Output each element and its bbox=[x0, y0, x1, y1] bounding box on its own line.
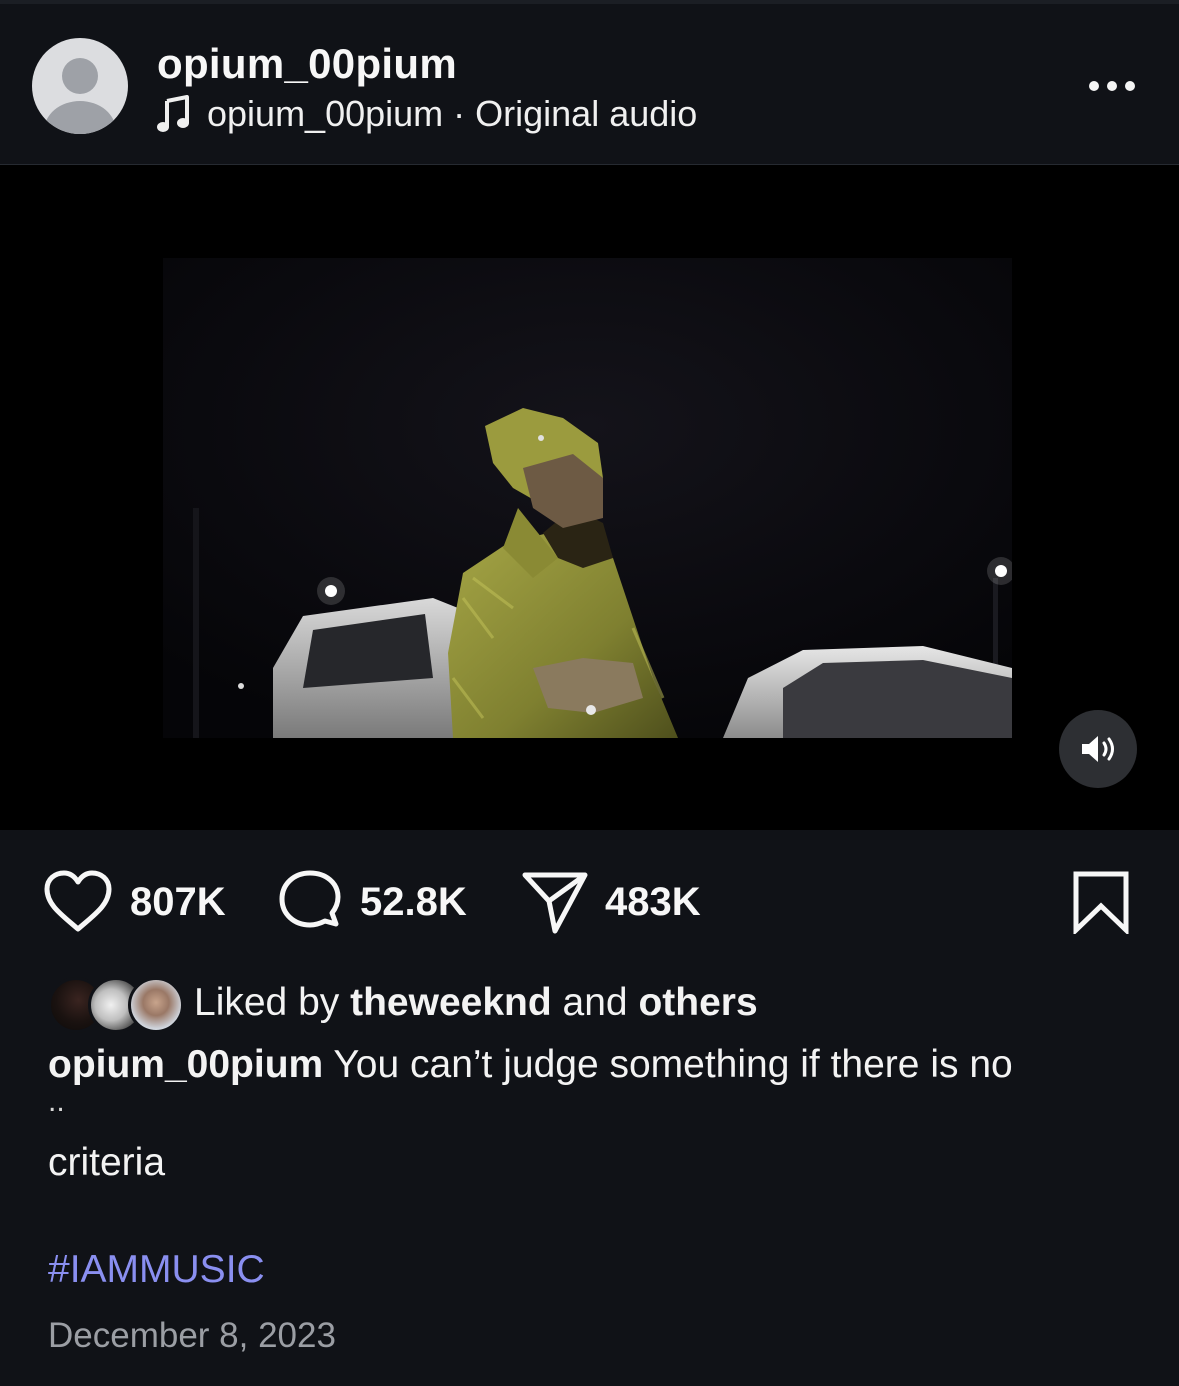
post-date: December 8, 2023 bbox=[48, 1316, 336, 1355]
share-button[interactable]: 483K bbox=[521, 860, 701, 944]
music-note-icon bbox=[157, 95, 189, 132]
post-media[interactable] bbox=[0, 165, 1179, 830]
speaker-on-icon bbox=[1082, 736, 1114, 762]
post-actions: 807K 52.8K 483K bbox=[0, 860, 1179, 950]
caption-ellipsis: .. bbox=[48, 1085, 65, 1118]
liked-by-user[interactable]: theweeknd bbox=[350, 981, 552, 1025]
caption-text: You can’t judge something if there is no bbox=[333, 1043, 1013, 1086]
liked-by-prefix: Liked by bbox=[194, 981, 340, 1024]
video-player[interactable] bbox=[163, 258, 1012, 738]
more-horizontal-icon[interactable] bbox=[1084, 76, 1140, 96]
paper-plane-icon bbox=[522, 872, 588, 934]
audio-info[interactable]: opium_00pium · Original audio bbox=[157, 92, 697, 136]
post-header: opium_00pium opium_00pium · Original aud… bbox=[0, 4, 1179, 165]
post-caption: opium_00pium You can’t judge something i… bbox=[48, 1038, 1148, 1190]
liked-by-others[interactable]: others bbox=[638, 981, 757, 1025]
liked-by-row[interactable]: Liked by theweeknd and others bbox=[48, 972, 758, 1034]
liker-avatars[interactable] bbox=[48, 975, 184, 1033]
profile-avatar[interactable] bbox=[32, 38, 128, 134]
avatar-head-shape bbox=[62, 58, 98, 94]
sound-toggle-button[interactable] bbox=[1059, 710, 1137, 788]
liker-avatar bbox=[128, 977, 184, 1033]
avatar-body-shape bbox=[44, 101, 116, 134]
comment-button[interactable]: 52.8K bbox=[276, 860, 467, 944]
post-page: opium_00pium opium_00pium · Original aud… bbox=[0, 0, 1179, 1386]
caption-continued: criteria bbox=[48, 1141, 166, 1184]
like-count: 807K bbox=[130, 879, 226, 924]
bookmark-icon[interactable] bbox=[1072, 870, 1130, 934]
like-button[interactable]: 807K bbox=[42, 860, 226, 944]
video-frame-image bbox=[163, 258, 1012, 738]
share-count: 483K bbox=[605, 879, 701, 924]
caption-line: opium_00pium You can’t judge something i… bbox=[48, 1038, 1148, 1092]
comment-bubble-icon bbox=[279, 870, 341, 928]
audio-owner[interactable]: opium_00pium bbox=[207, 93, 443, 135]
comment-count: 52.8K bbox=[360, 879, 467, 924]
audio-separator: · bbox=[453, 93, 466, 134]
hashtag-link[interactable]: #IAMMUSIC bbox=[48, 1248, 265, 1292]
audio-label[interactable]: Original audio bbox=[475, 93, 697, 135]
liked-by-connector: and bbox=[562, 981, 628, 1024]
heart-icon bbox=[44, 870, 112, 932]
post-username[interactable]: opium_00pium bbox=[157, 40, 457, 88]
caption-username[interactable]: opium_00pium bbox=[48, 1043, 323, 1086]
